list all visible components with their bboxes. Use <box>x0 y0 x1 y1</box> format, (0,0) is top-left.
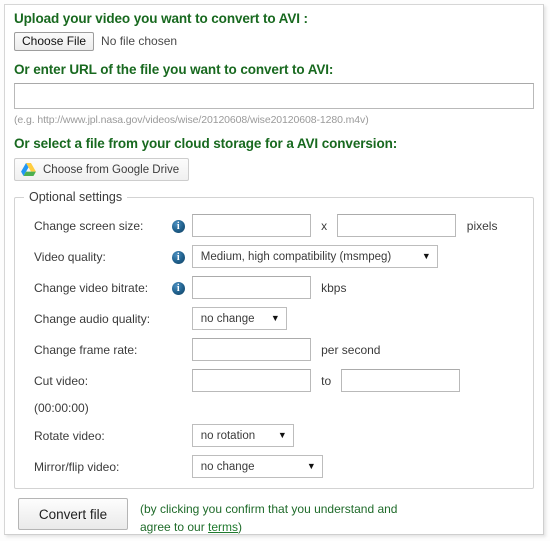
rotate-video-field-cell: no rotation ▼ <box>191 420 533 451</box>
info-icon[interactable]: i <box>171 281 185 295</box>
optional-settings-table: Change screen size: i x pixels Video qua… <box>15 210 533 482</box>
video-quality-label: Video quality: <box>34 249 106 264</box>
cloud-storage-heading: Or select a file from your cloud storage… <box>14 136 398 151</box>
screen-width-input[interactable] <box>191 214 311 237</box>
rotate-video-select[interactable]: no rotation ▼ <box>191 424 294 447</box>
choose-file-button[interactable]: Choose File <box>14 31 95 51</box>
video-bitrate-label: Change video bitrate: <box>34 280 149 295</box>
row-audio-quality: Change audio quality: no change ▼ <box>15 303 533 334</box>
file-upload-row: Choose File No file chosen <box>14 31 534 51</box>
audio-quality-selected-value: no change <box>200 312 255 325</box>
row-rotate-video: Rotate video: no rotation ▼ <box>15 420 533 451</box>
frame-rate-field-cell: per second <box>191 334 533 365</box>
rotate-video-selected-value: no rotation <box>200 429 256 442</box>
chevron-down-icon: ▼ <box>277 430 287 440</box>
cut-video-info-cell <box>166 365 192 396</box>
row-frame-rate: Change frame rate: per second <box>15 334 533 365</box>
row-video-quality: Video quality: i Medium, high compatibil… <box>15 241 533 272</box>
row-video-bitrate: Change video bitrate: i kbps <box>15 272 533 303</box>
terms-note-line1: (by clicking you confirm that you unders… <box>140 502 398 516</box>
mirror-flip-select[interactable]: no change ▼ <box>191 455 323 478</box>
screen-height-input[interactable] <box>337 214 457 237</box>
optional-settings-legend: Optional settings <box>29 190 123 204</box>
choose-from-google-drive-button[interactable]: Choose from Google Drive <box>14 158 190 181</box>
audio-quality-info-cell <box>166 303 192 334</box>
cut-video-time-format-label: (00:00:00) <box>34 401 89 415</box>
footer-row: Convert file (by clicking you confirm th… <box>14 498 534 536</box>
upload-heading: Upload your video you want to convert to… <box>14 11 308 26</box>
rotate-video-label: Rotate video: <box>34 428 105 443</box>
no-file-chosen-label: No file chosen <box>101 34 178 48</box>
frame-rate-info-cell <box>166 334 192 365</box>
frame-rate-input[interactable] <box>191 338 311 361</box>
screen-size-separator: x <box>321 218 328 233</box>
cut-video-separator: to <box>321 373 332 388</box>
screen-size-info-cell: i <box>166 210 192 241</box>
convert-file-button[interactable]: Convert file <box>18 498 128 530</box>
optional-settings-fieldset: Optional settings Change screen size: i … <box>14 190 534 489</box>
row-screen-size: Change screen size: i x pixels <box>15 210 533 241</box>
mirror-flip-selected-value: no change <box>200 460 255 473</box>
row-cut-video: Cut video: to <box>15 365 533 396</box>
info-icon[interactable]: i <box>171 250 185 264</box>
terms-link[interactable]: terms <box>208 520 238 534</box>
screen-size-label: Change screen size: <box>34 218 144 233</box>
terms-note: (by clicking you confirm that you unders… <box>140 500 397 536</box>
url-heading: Or enter URL of the file you want to con… <box>14 62 334 77</box>
video-quality-selected-value: Medium, high compatibility (msmpeg) <box>200 250 392 263</box>
audio-quality-select[interactable]: no change ▼ <box>191 307 287 330</box>
cut-video-to-input[interactable] <box>341 369 461 392</box>
url-input[interactable] <box>14 83 534 109</box>
terms-note-line2-suffix: ) <box>238 520 243 534</box>
row-mirror-flip-video: Mirror/flip video: no change ▼ <box>15 451 533 482</box>
info-icon[interactable]: i <box>171 219 185 233</box>
audio-quality-field-cell: no change ▼ <box>191 303 533 334</box>
rotate-video-info-cell <box>166 420 192 451</box>
video-quality-field-cell: Medium, high compatibility (msmpeg) ▼ <box>191 241 533 272</box>
row-cut-video-format: (00:00:00) <box>15 396 533 420</box>
mirror-flip-field-cell: no change ▼ <box>191 451 533 482</box>
converter-card: Upload your video you want to convert to… <box>4 4 544 535</box>
screen-size-unit: pixels <box>466 218 498 233</box>
cut-video-fields-cell: to <box>191 365 533 396</box>
video-bitrate-info-cell: i <box>166 272 192 303</box>
mirror-flip-info-cell <box>166 451 192 482</box>
mirror-flip-label: Mirror/flip video: <box>34 459 120 474</box>
cut-video-format-spacer <box>166 396 192 420</box>
screen-size-fields-cell: x pixels <box>191 210 533 241</box>
google-drive-button-label: Choose from Google Drive <box>43 163 180 176</box>
cut-video-format-spacer-2 <box>192 396 533 420</box>
video-bitrate-unit: kbps <box>321 280 347 295</box>
video-bitrate-input[interactable] <box>191 276 311 299</box>
cut-video-from-input[interactable] <box>191 369 311 392</box>
chevron-down-icon: ▼ <box>421 251 431 261</box>
url-example-hint: (e.g. http://www.jpl.nasa.gov/videos/wis… <box>14 114 369 126</box>
chevron-down-icon: ▼ <box>270 313 280 323</box>
page-root: Upload your video you want to convert to… <box>0 0 550 541</box>
video-bitrate-field-cell: kbps <box>191 272 533 303</box>
video-quality-info-cell: i <box>166 241 192 272</box>
video-quality-select[interactable]: Medium, high compatibility (msmpeg) ▼ <box>191 245 438 268</box>
cut-video-label: Cut video: <box>34 373 89 388</box>
frame-rate-label: Change frame rate: <box>34 342 138 357</box>
chevron-down-icon: ▼ <box>306 461 316 471</box>
google-drive-icon <box>21 163 36 176</box>
audio-quality-label: Change audio quality: <box>34 311 151 326</box>
frame-rate-unit: per second <box>321 342 381 357</box>
terms-note-line2-prefix: agree to our <box>140 520 209 534</box>
